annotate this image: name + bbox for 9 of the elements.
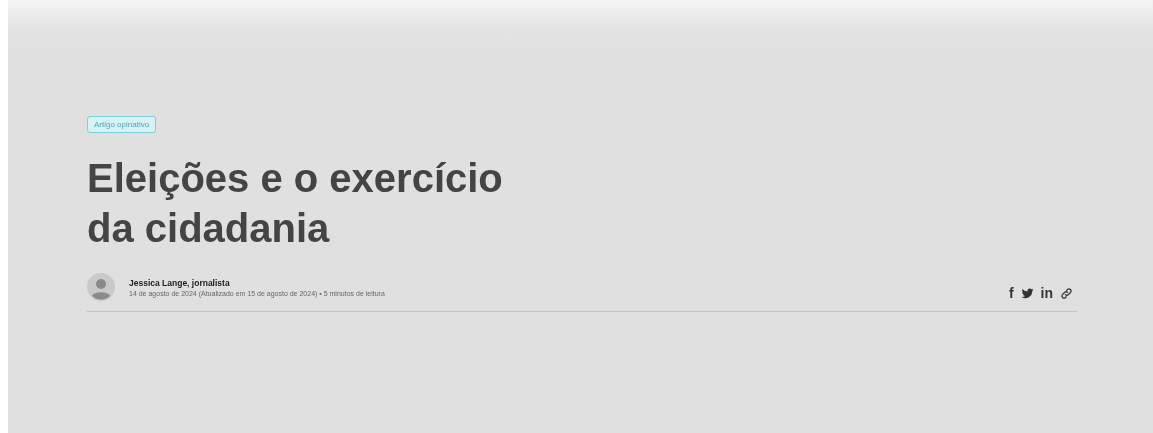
author-name: Jessica Lange, jornalista	[129, 277, 231, 288]
article-title: da cidadania	[87, 205, 330, 252]
bird-icon[interactable]	[1020, 286, 1034, 300]
category-tag: Artigo opinativo	[87, 116, 157, 133]
article-title: Eleições e o exercício	[87, 155, 503, 202]
share-link[interactable]: in	[1040, 285, 1053, 301]
share-link[interactable]: f	[1008, 285, 1014, 301]
link-icon[interactable]	[1060, 286, 1073, 300]
avatar-icon	[87, 273, 115, 301]
